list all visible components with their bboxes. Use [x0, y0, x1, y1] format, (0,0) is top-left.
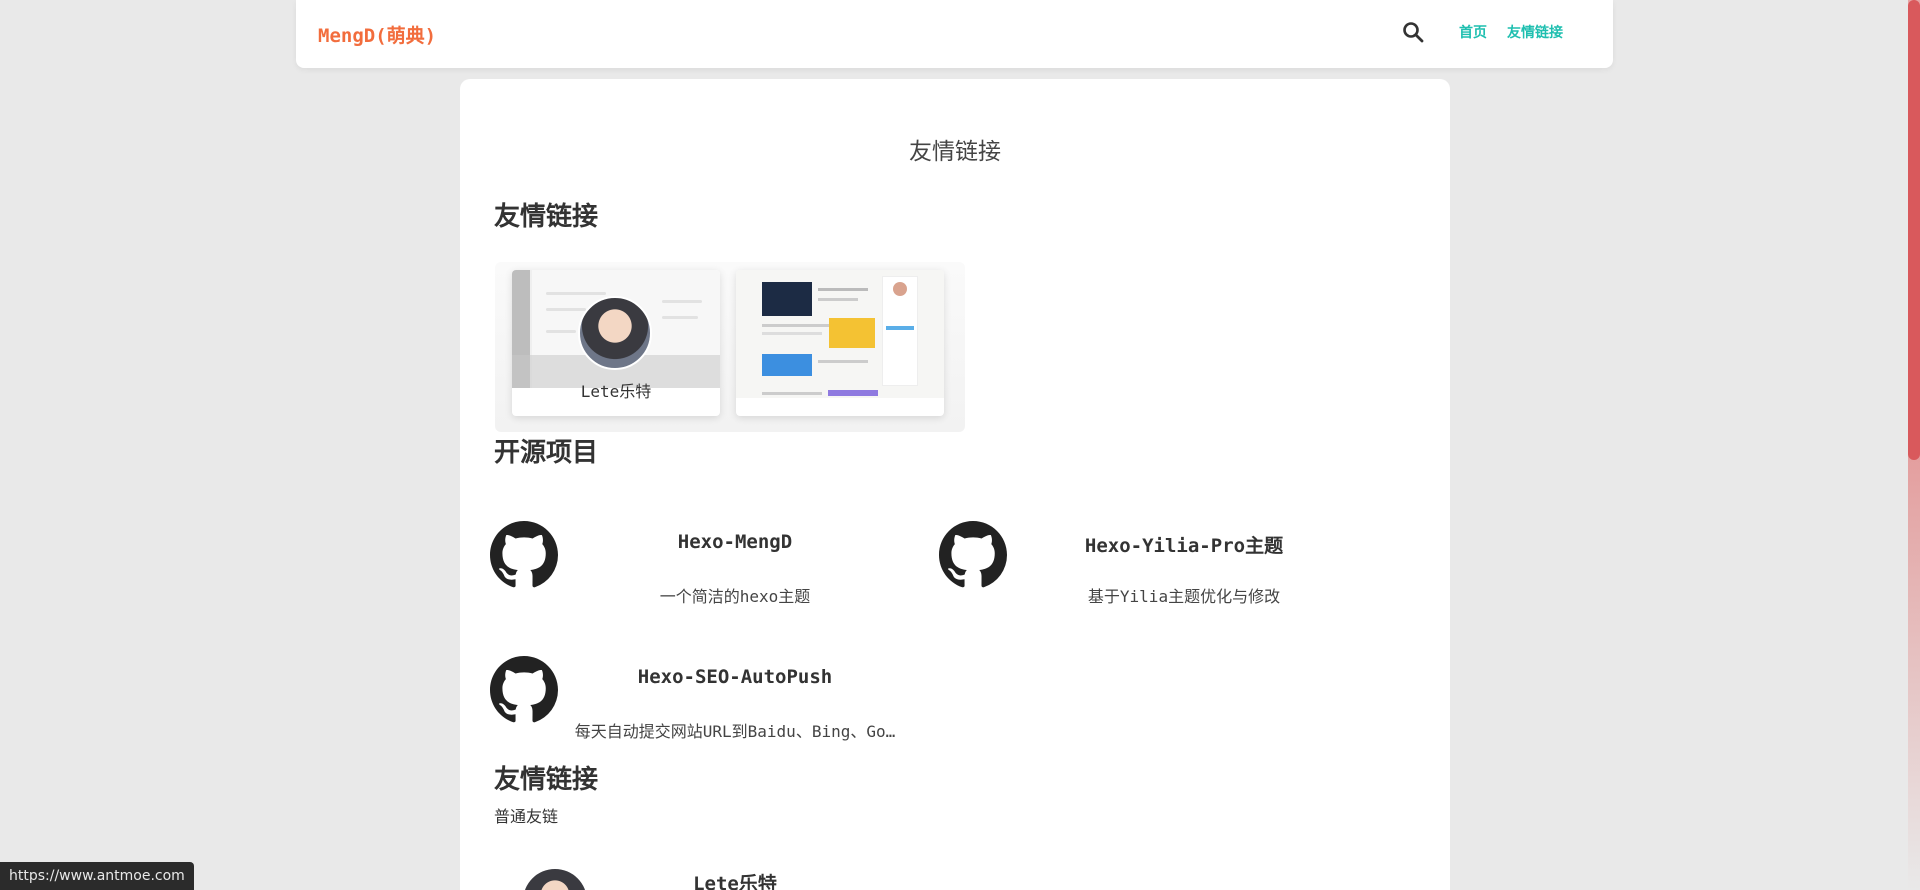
link-preview-status: https://www.antmoe.com	[0, 862, 194, 890]
section-title-projects: 开源项目	[494, 438, 599, 468]
project-title: Hexo-SEO-AutoPush	[637, 666, 833, 688]
site-preview-thumbnail	[736, 270, 944, 398]
section-title-friend-list: 友情链接	[494, 765, 599, 795]
page-title: 友情链接	[909, 139, 1001, 165]
github-icon	[490, 656, 558, 723]
project-card[interactable]: Hexo-Yilia-Pro主题 基于Yilia主题优化与修改	[909, 521, 1359, 621]
github-icon	[939, 521, 1007, 588]
project-description: 一个简洁的hexo主题	[659, 587, 811, 606]
nav-friend-links[interactable]: 友情链接	[1507, 22, 1563, 42]
friend-avatar	[578, 296, 652, 370]
section-subtitle: 普通友链	[494, 807, 559, 826]
friend-cards: Lete乐特	[495, 262, 965, 432]
search-icon[interactable]	[1401, 20, 1425, 44]
project-title: Hexo-MengD	[677, 531, 793, 553]
friend-link-item[interactable]: Lete乐特	[460, 869, 910, 890]
project-title: Hexo-Yilia-Pro主题	[1084, 535, 1284, 557]
friend-card-name: Lete乐特	[580, 382, 652, 401]
project-description: 每天自动提交网站URL到Baidu、Bing、Go…	[574, 722, 896, 741]
nav-home[interactable]: 首页	[1459, 22, 1487, 42]
site-logo[interactable]: MengD(萌典)	[318, 21, 436, 48]
project-description: 基于Yilia主题优化与修改	[1087, 587, 1281, 606]
section-title-friends: 友情链接	[494, 202, 599, 232]
project-card[interactable]: Hexo-MengD 一个简洁的hexo主题	[460, 521, 910, 621]
project-card[interactable]: Hexo-SEO-AutoPush 每天自动提交网站URL到Baidu、Bing…	[460, 656, 910, 756]
friend-name: Lete乐特	[693, 873, 777, 890]
scrollbar-thumb[interactable]	[1908, 0, 1920, 460]
github-icon	[490, 521, 558, 588]
site-header: MengD(萌典) 首页 友情链接	[296, 0, 1613, 68]
friend-card[interactable]: Lete乐特	[512, 270, 720, 416]
main-content: 友情链接 友情链接 Lete乐特 开源项目 Hexo-MengD 一个简洁的he…	[460, 79, 1450, 890]
friend-card[interactable]	[736, 270, 944, 416]
main-nav: 首页 友情链接	[1401, 20, 1563, 44]
